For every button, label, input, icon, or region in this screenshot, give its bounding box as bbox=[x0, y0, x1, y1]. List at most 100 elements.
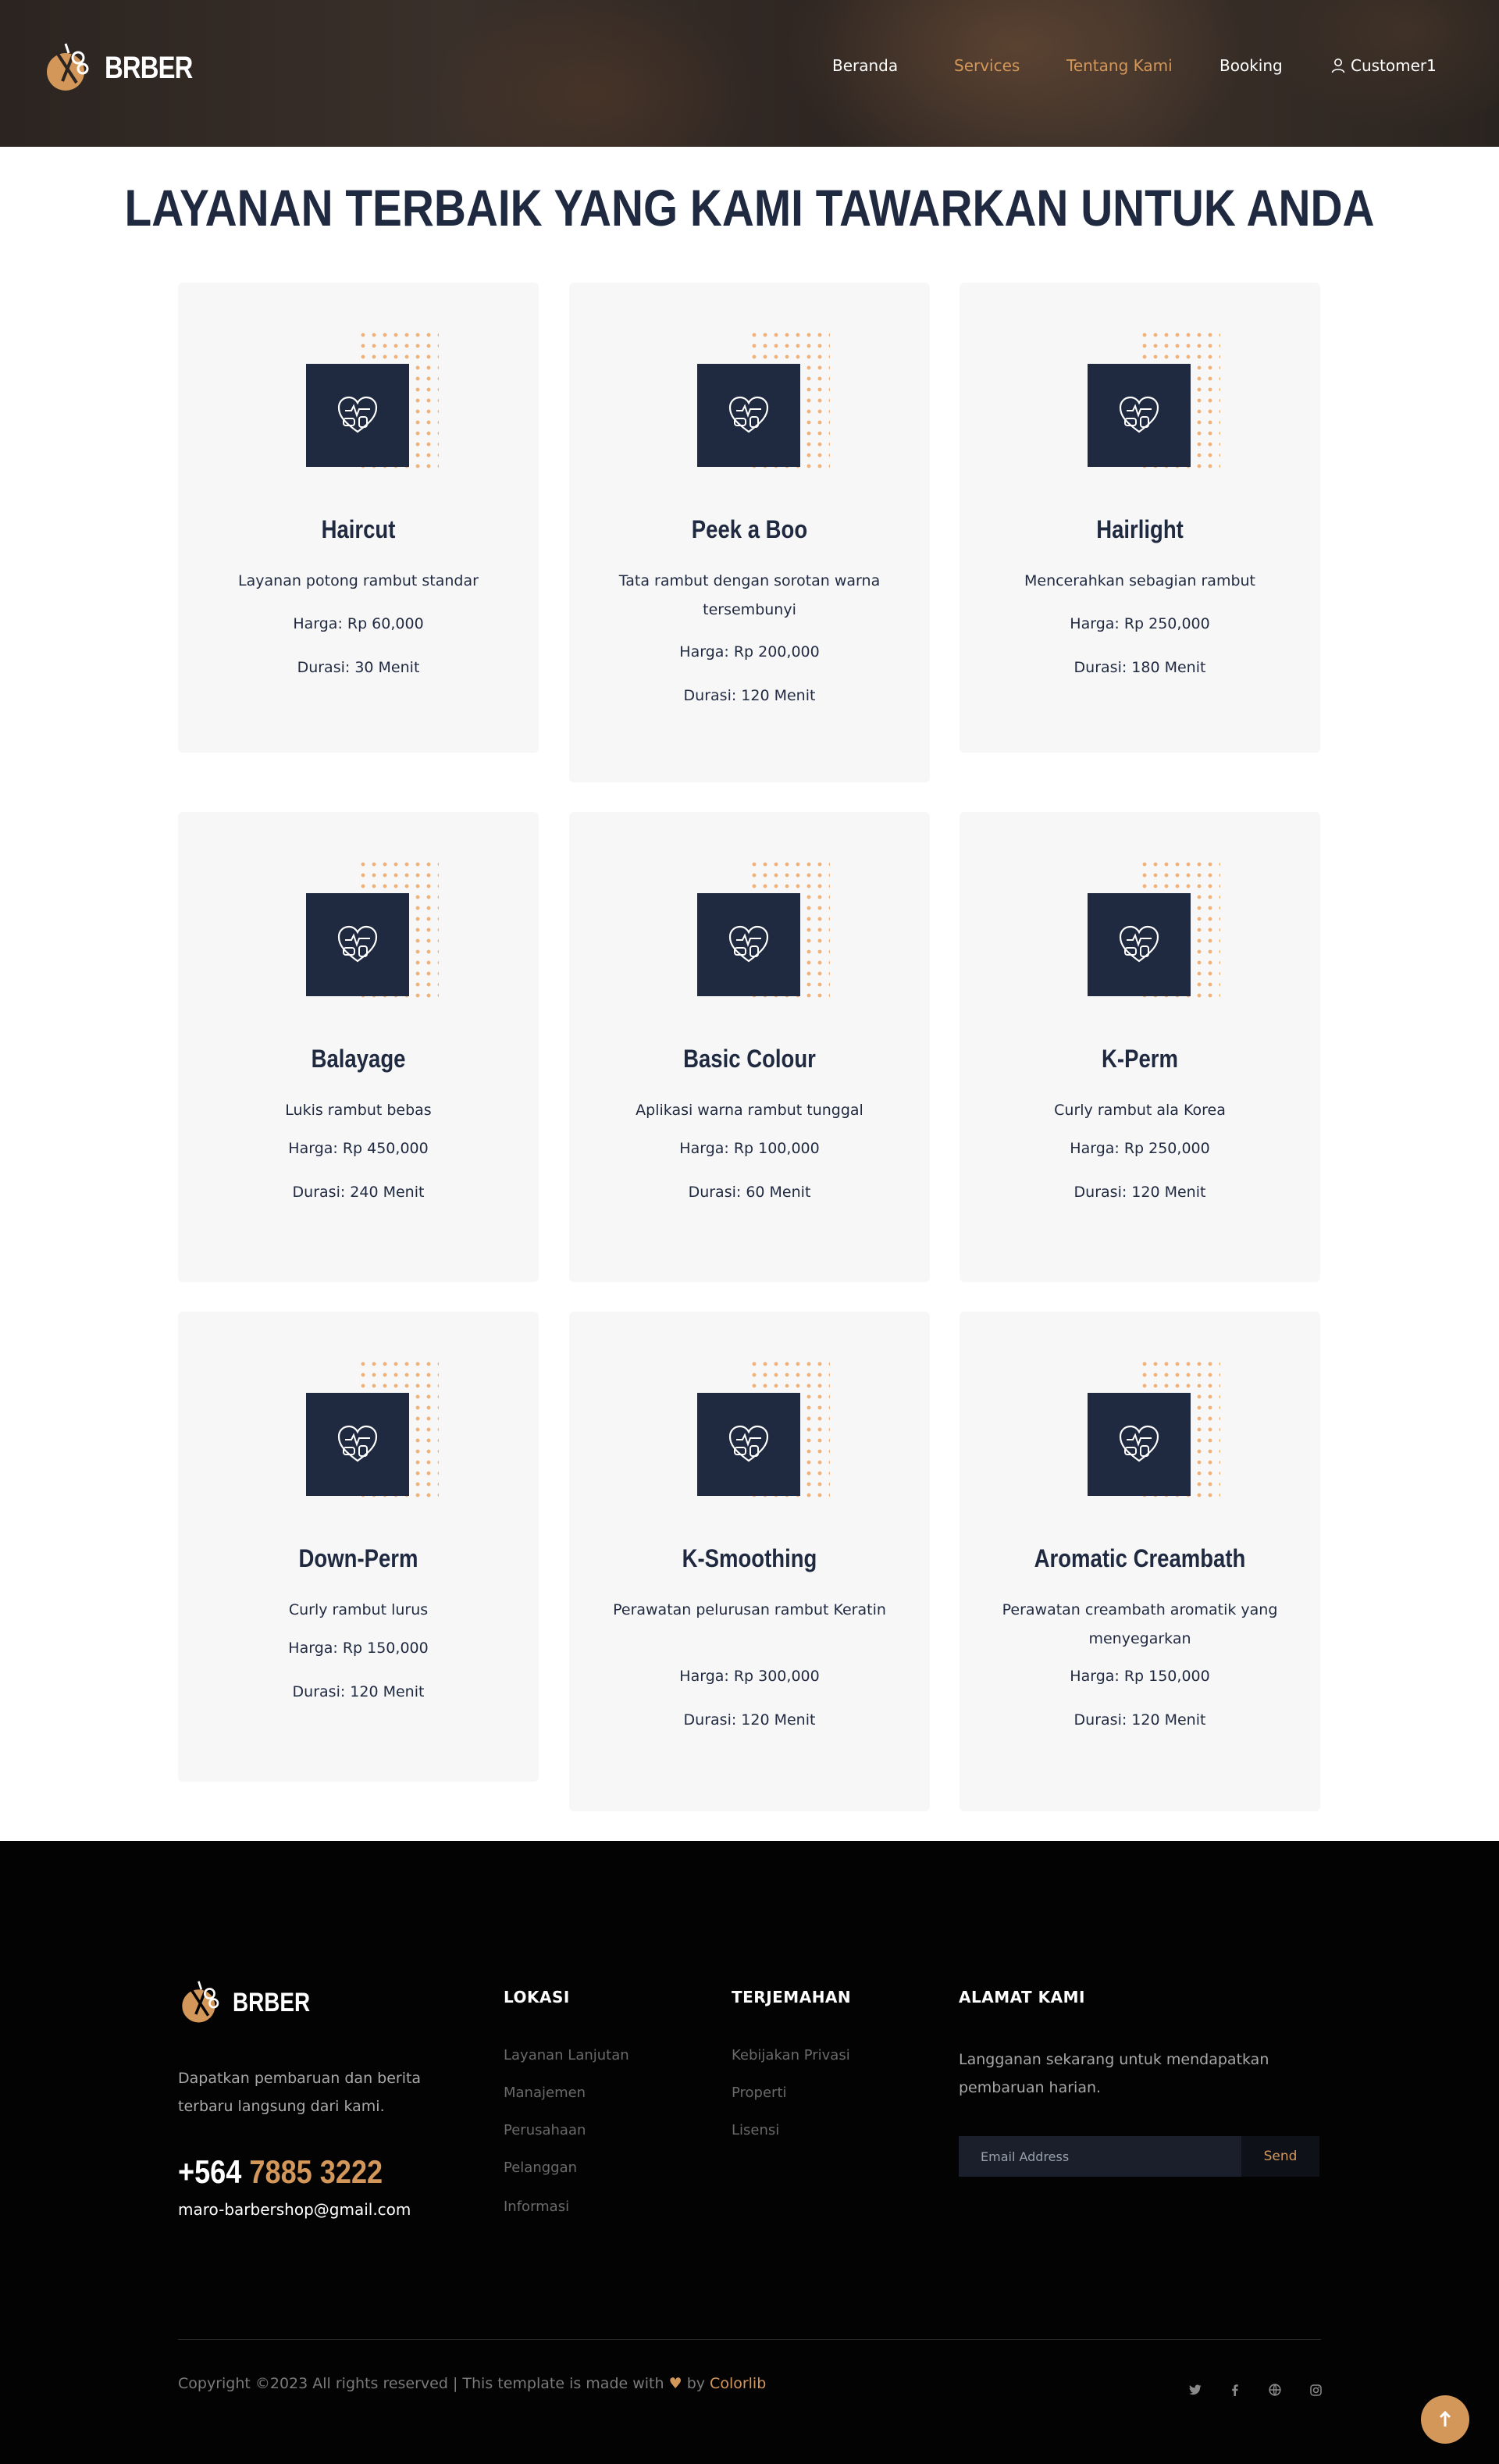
service-duration: Durasi: 120 Menit bbox=[1074, 1184, 1206, 1201]
service-icon-wrap bbox=[697, 1358, 830, 1497]
newsletter-form: Send bbox=[959, 2136, 1319, 2177]
brand-name: BRBER bbox=[105, 50, 193, 85]
service-icon-box bbox=[697, 1393, 800, 1496]
service-description: Lukis rambut bebas bbox=[285, 1102, 432, 1119]
heart-care-icon bbox=[728, 925, 769, 963]
newsletter-text: Langganan sekarang untuk mendapatkan pem… bbox=[959, 2051, 1269, 2096]
service-name: Hairlight bbox=[1096, 515, 1184, 543]
service-price: Harga: Rp 250,000 bbox=[1070, 1140, 1210, 1157]
service-price: Harga: Rp 300,000 bbox=[679, 1668, 820, 1685]
twitter-icon[interactable] bbox=[1185, 2380, 1205, 2400]
globe-icon[interactable] bbox=[1265, 2380, 1285, 2400]
service-name: Balayage bbox=[311, 1045, 406, 1073]
service-card[interactable]: K-Perm Curly rambut ala Korea Harga: Rp … bbox=[960, 812, 1320, 1282]
service-price: Harga: Rp 150,000 bbox=[1070, 1668, 1210, 1685]
service-price: Harga: Rp 60,000 bbox=[293, 615, 424, 632]
footer-link[interactable]: Manajemen bbox=[504, 2085, 586, 2101]
footer-link[interactable]: Lisensi bbox=[732, 2122, 779, 2138]
heart-care-icon bbox=[337, 1425, 378, 1462]
site-footer: BRBER Dapatkan pembaruan dan berita terb… bbox=[0, 1841, 1499, 2464]
footer-email[interactable]: maro-barbershop@gmail.com bbox=[178, 2200, 411, 2219]
service-price: Harga: Rp 200,000 bbox=[679, 643, 820, 661]
heart-care-icon bbox=[337, 925, 378, 963]
footer-divider bbox=[178, 2339, 1321, 2340]
service-description: Mencerahkan sebagian rambut bbox=[1024, 572, 1256, 589]
service-icon-box bbox=[306, 1393, 409, 1496]
service-icon-box bbox=[306, 893, 409, 996]
service-name: Basic Colour bbox=[683, 1045, 816, 1073]
nav-services[interactable]: Services bbox=[954, 56, 1020, 75]
service-name: K-Perm bbox=[1102, 1045, 1178, 1073]
service-icon-wrap bbox=[1088, 859, 1220, 998]
heart-care-icon bbox=[1119, 396, 1159, 433]
service-icon-wrap bbox=[697, 329, 830, 468]
service-icon-box bbox=[1088, 364, 1191, 467]
service-icon-wrap bbox=[306, 329, 439, 468]
service-card[interactable]: Peek a Boo Tata rambut dengan sorotan wa… bbox=[569, 283, 930, 782]
site-header: BRBER Beranda Services Tentang Kami Book… bbox=[0, 0, 1499, 147]
service-duration: Durasi: 120 Menit bbox=[683, 687, 816, 704]
service-card[interactable]: Down-Perm Curly rambut lurus Harga: Rp 1… bbox=[178, 1312, 539, 1782]
service-description: Perawatan creambath aromatik yang menyeg… bbox=[1002, 1601, 1278, 1647]
service-icon-wrap bbox=[1088, 329, 1220, 468]
service-duration: Durasi: 120 Menit bbox=[683, 1711, 816, 1729]
barber-logo-icon bbox=[182, 1981, 219, 2023]
nav-beranda[interactable]: Beranda bbox=[832, 56, 898, 75]
service-icon-wrap bbox=[697, 859, 830, 998]
service-icon-box bbox=[697, 893, 800, 996]
footer-col-title-terjemahan: TERJEMAHAN bbox=[732, 1988, 852, 2006]
footer-link[interactable]: Pelanggan bbox=[504, 2160, 577, 2176]
footer-col-title-alamat: ALAMAT KAMI bbox=[959, 1988, 1085, 2006]
service-name: Down-Perm bbox=[298, 1544, 418, 1572]
footer-link[interactable]: Perusahaan bbox=[504, 2122, 586, 2138]
service-card[interactable]: Hairlight Mencerahkan sebagian rambut Ha… bbox=[960, 283, 1320, 753]
footer-phone[interactable]: +564 7885 3222 bbox=[178, 2153, 383, 2191]
service-description: Layanan potong rambut standar bbox=[238, 572, 479, 589]
nav-user-account[interactable]: Customer1 bbox=[1330, 56, 1437, 75]
service-price: Harga: Rp 100,000 bbox=[679, 1140, 820, 1157]
colorlib-link[interactable]: Colorlib bbox=[710, 2375, 766, 2392]
heart-care-icon bbox=[1119, 925, 1159, 963]
brand-logo[interactable]: BRBER bbox=[42, 42, 212, 94]
page-title: LAYANAN TERBAIK YANG KAMI TAWARKAN UNTUK… bbox=[124, 179, 1375, 237]
nav-tentang-kami[interactable]: Tentang Kami bbox=[1066, 56, 1173, 75]
footer-link[interactable]: Properti bbox=[732, 2085, 787, 2101]
service-icon-box bbox=[697, 364, 800, 467]
nav-booking[interactable]: Booking bbox=[1219, 56, 1283, 75]
service-duration: Durasi: 120 Menit bbox=[1074, 1711, 1206, 1729]
footer-link[interactable]: Layanan Lanjutan bbox=[504, 2047, 629, 2063]
service-card[interactable]: K-Smoothing Perawatan pelurusan rambut K… bbox=[569, 1312, 930, 1811]
service-description: Curly rambut ala Korea bbox=[1054, 1102, 1226, 1119]
copyright-prefix: Copyright ©2023 All rights reserved | Th… bbox=[178, 2375, 664, 2392]
service-icon-box bbox=[306, 364, 409, 467]
footer-link[interactable]: Kebijakan Privasi bbox=[732, 2047, 850, 2063]
facebook-icon[interactable] bbox=[1224, 2380, 1244, 2400]
newsletter-email-input[interactable] bbox=[959, 2136, 1241, 2177]
heart-icon: ♥ bbox=[668, 2375, 682, 2392]
scroll-to-top-button[interactable] bbox=[1421, 2395, 1469, 2444]
service-duration: Durasi: 120 Menit bbox=[292, 1683, 425, 1700]
service-card[interactable]: Haircut Layanan potong rambut standar Ha… bbox=[178, 283, 539, 753]
user-name: Customer1 bbox=[1351, 56, 1437, 75]
phone-prefix: +564 bbox=[178, 2153, 242, 2190]
service-duration: Durasi: 240 Menit bbox=[292, 1184, 425, 1201]
service-card[interactable]: Basic Colour Aplikasi warna rambut tungg… bbox=[569, 812, 930, 1282]
footer-link[interactable]: Informasi bbox=[504, 2199, 569, 2215]
service-icon-wrap bbox=[1088, 1358, 1220, 1497]
service-name: Aromatic Creambath bbox=[1034, 1544, 1246, 1572]
service-card[interactable]: Aromatic Creambath Perawatan creambath a… bbox=[960, 1312, 1320, 1811]
instagram-icon[interactable] bbox=[1305, 2380, 1326, 2400]
service-card[interactable]: Balayage Lukis rambut bebas Harga: Rp 45… bbox=[178, 812, 539, 1282]
newsletter-send-button[interactable]: Send bbox=[1241, 2136, 1319, 2177]
heart-care-icon bbox=[337, 396, 378, 433]
service-duration: Durasi: 30 Menit bbox=[297, 659, 420, 676]
service-icon-box bbox=[1088, 893, 1191, 996]
footer-brand-logo[interactable]: BRBER bbox=[178, 1980, 327, 2025]
service-name: Haircut bbox=[321, 515, 396, 543]
service-duration: Durasi: 60 Menit bbox=[688, 1184, 811, 1201]
barber-logo-icon bbox=[47, 43, 89, 91]
heart-care-icon bbox=[728, 1425, 769, 1462]
service-price: Harga: Rp 450,000 bbox=[288, 1140, 429, 1157]
footer-about-text: Dapatkan pembaruan dan berita terbaru la… bbox=[178, 2070, 422, 2115]
service-name: Peek a Boo bbox=[691, 515, 808, 543]
